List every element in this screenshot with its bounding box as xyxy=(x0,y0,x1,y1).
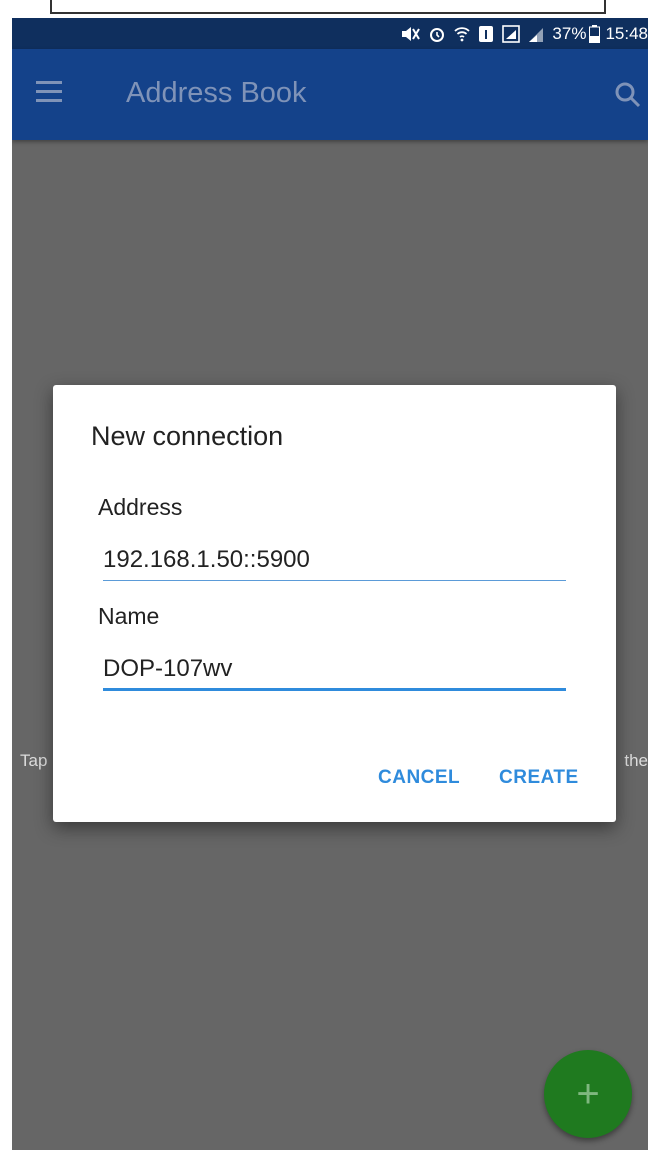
address-underline xyxy=(103,580,566,581)
document-frame-edge xyxy=(50,0,606,14)
mute-icon xyxy=(400,25,421,43)
add-connection-button[interactable]: + xyxy=(544,1050,632,1138)
cancel-button[interactable]: CANCEL xyxy=(378,767,460,789)
name-underline-focused xyxy=(103,688,566,691)
page-title: Address Book xyxy=(126,77,307,109)
address-label: Address xyxy=(98,494,183,520)
empty-hint-text-left: Tap xyxy=(20,751,48,770)
address-input[interactable] xyxy=(103,542,566,578)
alarm-icon xyxy=(428,25,446,43)
hamburger-menu-icon[interactable] xyxy=(36,81,62,107)
sim-icon xyxy=(478,25,494,43)
new-connection-dialog: New connection Address Name CANCEL CREAT… xyxy=(53,385,616,822)
search-icon[interactable] xyxy=(614,81,642,109)
status-bar: 37% 15:48 xyxy=(12,18,648,49)
app-bar: Address Book xyxy=(12,49,648,140)
battery-icon xyxy=(589,24,601,43)
plus-icon: + xyxy=(576,1072,600,1116)
cell-signal-icon xyxy=(528,25,544,43)
clock: 15:48 xyxy=(605,23,648,43)
empty-hint-text-right: the xyxy=(624,751,648,770)
signal-box-icon xyxy=(502,24,521,43)
battery-percent: 37% xyxy=(552,23,587,43)
name-label: Name xyxy=(98,603,160,629)
name-input[interactable] xyxy=(103,651,566,687)
wifi-icon xyxy=(454,25,471,43)
dialog-title: New connection xyxy=(91,421,284,451)
create-button[interactable]: CREATE xyxy=(499,767,579,789)
